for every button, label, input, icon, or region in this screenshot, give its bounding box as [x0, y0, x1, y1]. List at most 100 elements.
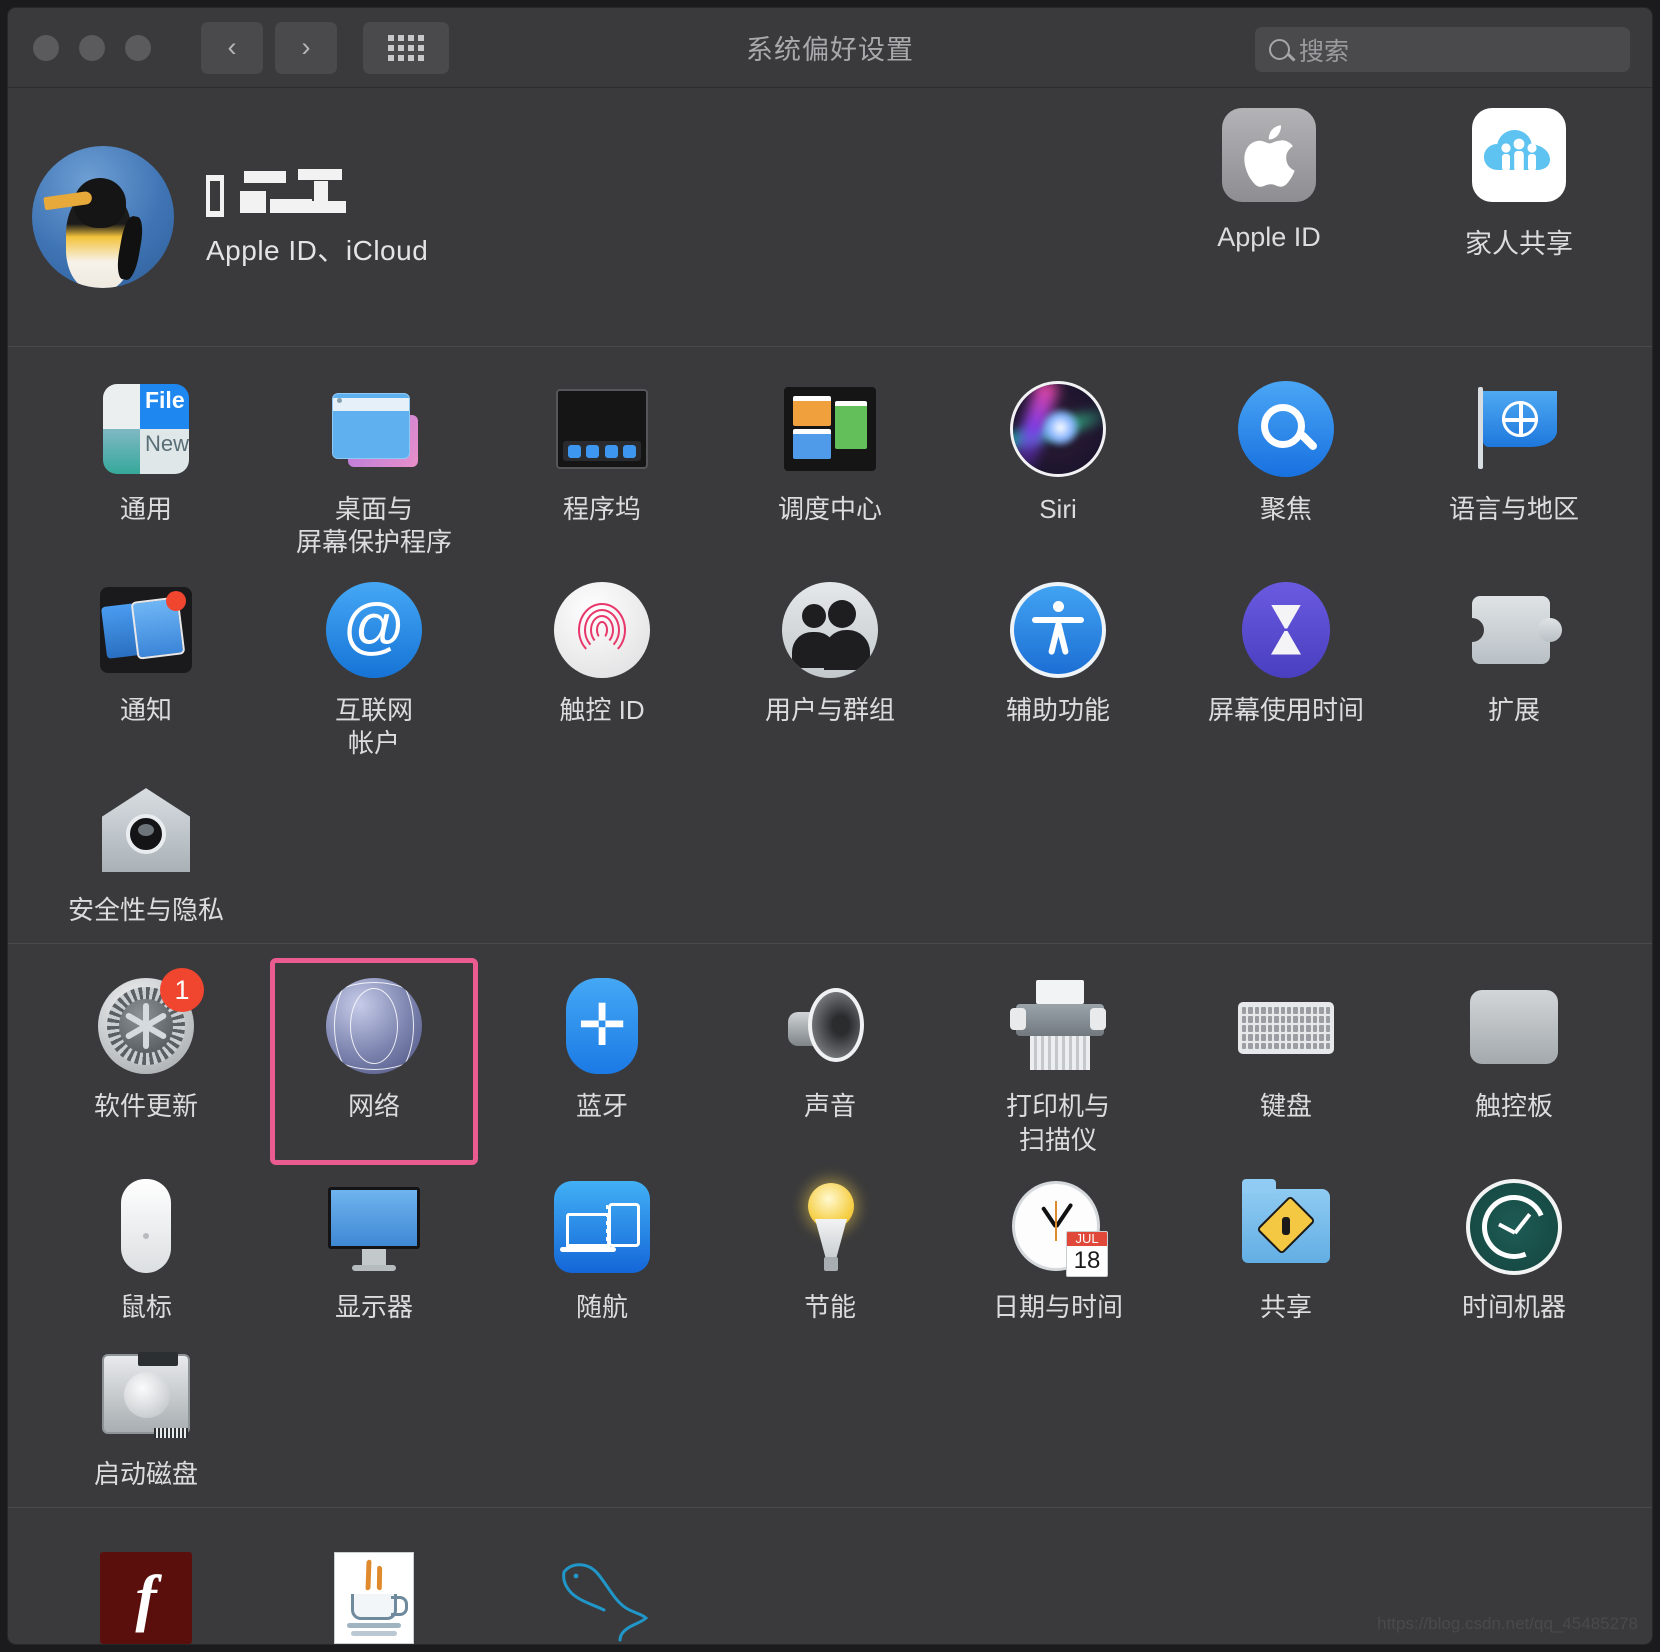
dock-icon — [554, 381, 650, 477]
pref-label: 安全性与隐私 — [67, 895, 224, 926]
search-placeholder: 搜索 — [1299, 37, 1350, 66]
pref-item-users-groups[interactable]: 用户与群组 — [716, 566, 944, 767]
pref-item-software-update[interactable]: 1 软件更新 — [32, 962, 260, 1163]
pref-item-keyboard[interactable]: 键盘 — [1172, 962, 1400, 1163]
notifications-icon — [98, 582, 194, 678]
pref-item-language-region[interactable]: 语言与地区 — [1400, 365, 1628, 566]
pref-item-general[interactable]: File New 通用 — [32, 365, 260, 566]
pref-label: 网络 — [347, 1091, 400, 1122]
pref-item-mysql[interactable]: MySQL — [488, 1534, 716, 1644]
pref-label: 调度中心 — [777, 494, 882, 524]
pref-item-mission-control[interactable]: 调度中心 — [716, 365, 944, 566]
nav-buttons: ‹ › — [201, 21, 337, 74]
siri-icon — [1010, 381, 1106, 477]
pref-item-family-sharing[interactable]: 家人共享 — [1424, 108, 1614, 261]
watermark: https://blog.csdn.net/qq_45485278 — [1377, 1614, 1638, 1633]
pref-label: 触控板 — [1474, 1091, 1553, 1122]
pref-label: 节能 — [803, 1291, 856, 1322]
pref-label: 互联网 帐户 — [334, 694, 413, 758]
security-privacy-icon — [98, 782, 194, 878]
pref-label: 打印机与 扫描仪 — [1005, 1091, 1110, 1155]
network-icon — [326, 978, 422, 1075]
pref-item-extensions[interactable]: 扩展 — [1400, 566, 1628, 767]
pref-item-time-machine[interactable]: 时间机器 — [1400, 1163, 1628, 1330]
pref-item-network[interactable]: 网络 — [260, 958, 488, 1165]
time-machine-icon — [1466, 1178, 1562, 1275]
pref-item-dock[interactable]: 程序坞 — [488, 365, 716, 566]
avatar[interactable] — [32, 146, 174, 288]
pref-item-touch-id[interactable]: 触控 ID — [488, 566, 716, 767]
pref-label: 用户与群组 — [764, 694, 895, 725]
keyboard-icon — [1238, 978, 1334, 1074]
java-icon — [326, 1550, 422, 1644]
titlebar: ‹ › 系统偏好设置 搜索 — [8, 8, 1652, 88]
pref-item-accessibility[interactable]: 辅助功能 — [944, 566, 1172, 767]
pref-item-notifications[interactable]: 通知 — [32, 566, 260, 767]
pref-label: 键盘 — [1259, 1091, 1312, 1122]
pref-label: 日期与时间 — [992, 1291, 1123, 1322]
chevron-right-icon: › — [301, 32, 311, 62]
pref-label: 程序坞 — [562, 494, 641, 524]
mouse-icon — [98, 1178, 194, 1275]
pref-item-desktop-screensaver[interactable]: 桌面与 屏幕保护程序 — [260, 365, 488, 566]
calendar-month: JUL — [1067, 1231, 1107, 1246]
pref-label: 通知 — [119, 694, 172, 725]
pref-item-bluetooth[interactable]: ✛ 蓝牙 — [488, 962, 716, 1163]
date-time-icon: JUL 18 — [1010, 1179, 1108, 1277]
internet-accounts-icon: @ — [326, 581, 422, 678]
apple-id-header[interactable]: Apple ID、iCloud Apple ID 家人共享 — [8, 88, 1652, 346]
desktop-screensaver-icon — [326, 381, 422, 477]
pref-item-sidecar[interactable]: 随航 — [488, 1163, 716, 1330]
account-subtitle: Apple ID、iCloud — [206, 235, 429, 266]
displays-icon — [326, 1179, 422, 1275]
back-button[interactable]: ‹ — [201, 21, 263, 74]
pref-item-mouse[interactable]: 鼠标 — [32, 1163, 260, 1330]
forward-button[interactable]: › — [275, 21, 337, 74]
minimize-button[interactable] — [79, 34, 105, 61]
screen-time-icon — [1238, 581, 1334, 678]
account-text: Apple ID、iCloud — [206, 165, 428, 269]
pref-item-printers-scanners[interactable]: 打印机与 扫描仪 — [944, 962, 1172, 1163]
chevron-left-icon: ‹ — [227, 32, 237, 62]
users-groups-icon — [782, 581, 878, 678]
language-region-icon — [1466, 381, 1562, 477]
pref-item-spotlight[interactable]: 聚焦 — [1172, 365, 1400, 566]
pref-item-internet-accounts[interactable]: @ 互联网 帐户 — [260, 566, 488, 767]
pref-item-apple-id[interactable]: Apple ID — [1174, 108, 1364, 261]
pref-item-screen-time[interactable]: 屏幕使用时间 — [1172, 566, 1400, 767]
family-sharing-icon — [1472, 108, 1566, 202]
pref-label: 桌面与 屏幕保护程序 — [295, 494, 452, 558]
bluetooth-icon: ✛ — [554, 978, 650, 1075]
accessibility-icon — [1010, 581, 1106, 678]
pref-label: 触控 ID — [559, 694, 645, 725]
apple-logo-icon — [1222, 108, 1316, 202]
pref-item-sound[interactable]: 声音 — [716, 962, 944, 1163]
pref-label: 启动磁盘 — [93, 1459, 198, 1490]
mysql-icon — [554, 1550, 650, 1644]
pref-item-trackpad[interactable]: 触控板 — [1400, 962, 1628, 1163]
pref-label: 家人共享 — [1465, 229, 1573, 259]
pref-label: 鼠标 — [119, 1291, 172, 1322]
close-button[interactable] — [33, 34, 59, 61]
update-badge: 1 — [160, 968, 204, 1013]
pref-item-date-time[interactable]: JUL 18 日期与时间 — [944, 1163, 1172, 1330]
account-name-redacted — [206, 165, 428, 217]
show-all-button[interactable] — [363, 21, 449, 74]
pref-item-startup-disk[interactable]: 启动磁盘 — [32, 1330, 260, 1497]
trackpad-icon — [1466, 978, 1562, 1074]
search-input[interactable]: 搜索 — [1255, 27, 1630, 72]
pref-label: 共享 — [1259, 1291, 1312, 1322]
pref-item-siri[interactable]: Siri — [944, 365, 1172, 566]
pref-item-energy-saver[interactable]: 节能 — [716, 1163, 944, 1330]
pref-item-flash-player[interactable]: f Flash Player — [32, 1534, 260, 1644]
energy-saver-icon — [782, 1179, 878, 1275]
mission-control-icon — [782, 381, 878, 477]
pref-item-sharing[interactable]: 共享 — [1172, 1163, 1400, 1330]
grid-dots-icon — [388, 34, 424, 61]
pref-item-java[interactable]: Java — [260, 1534, 488, 1644]
pref-label: 蓝牙 — [575, 1091, 628, 1122]
pref-item-security-privacy[interactable]: 安全性与隐私 — [32, 766, 260, 933]
pref-item-displays[interactable]: 显示器 — [260, 1163, 488, 1330]
account-quick-items: Apple ID 家人共享 — [1174, 108, 1614, 261]
zoom-button[interactable] — [125, 34, 151, 61]
